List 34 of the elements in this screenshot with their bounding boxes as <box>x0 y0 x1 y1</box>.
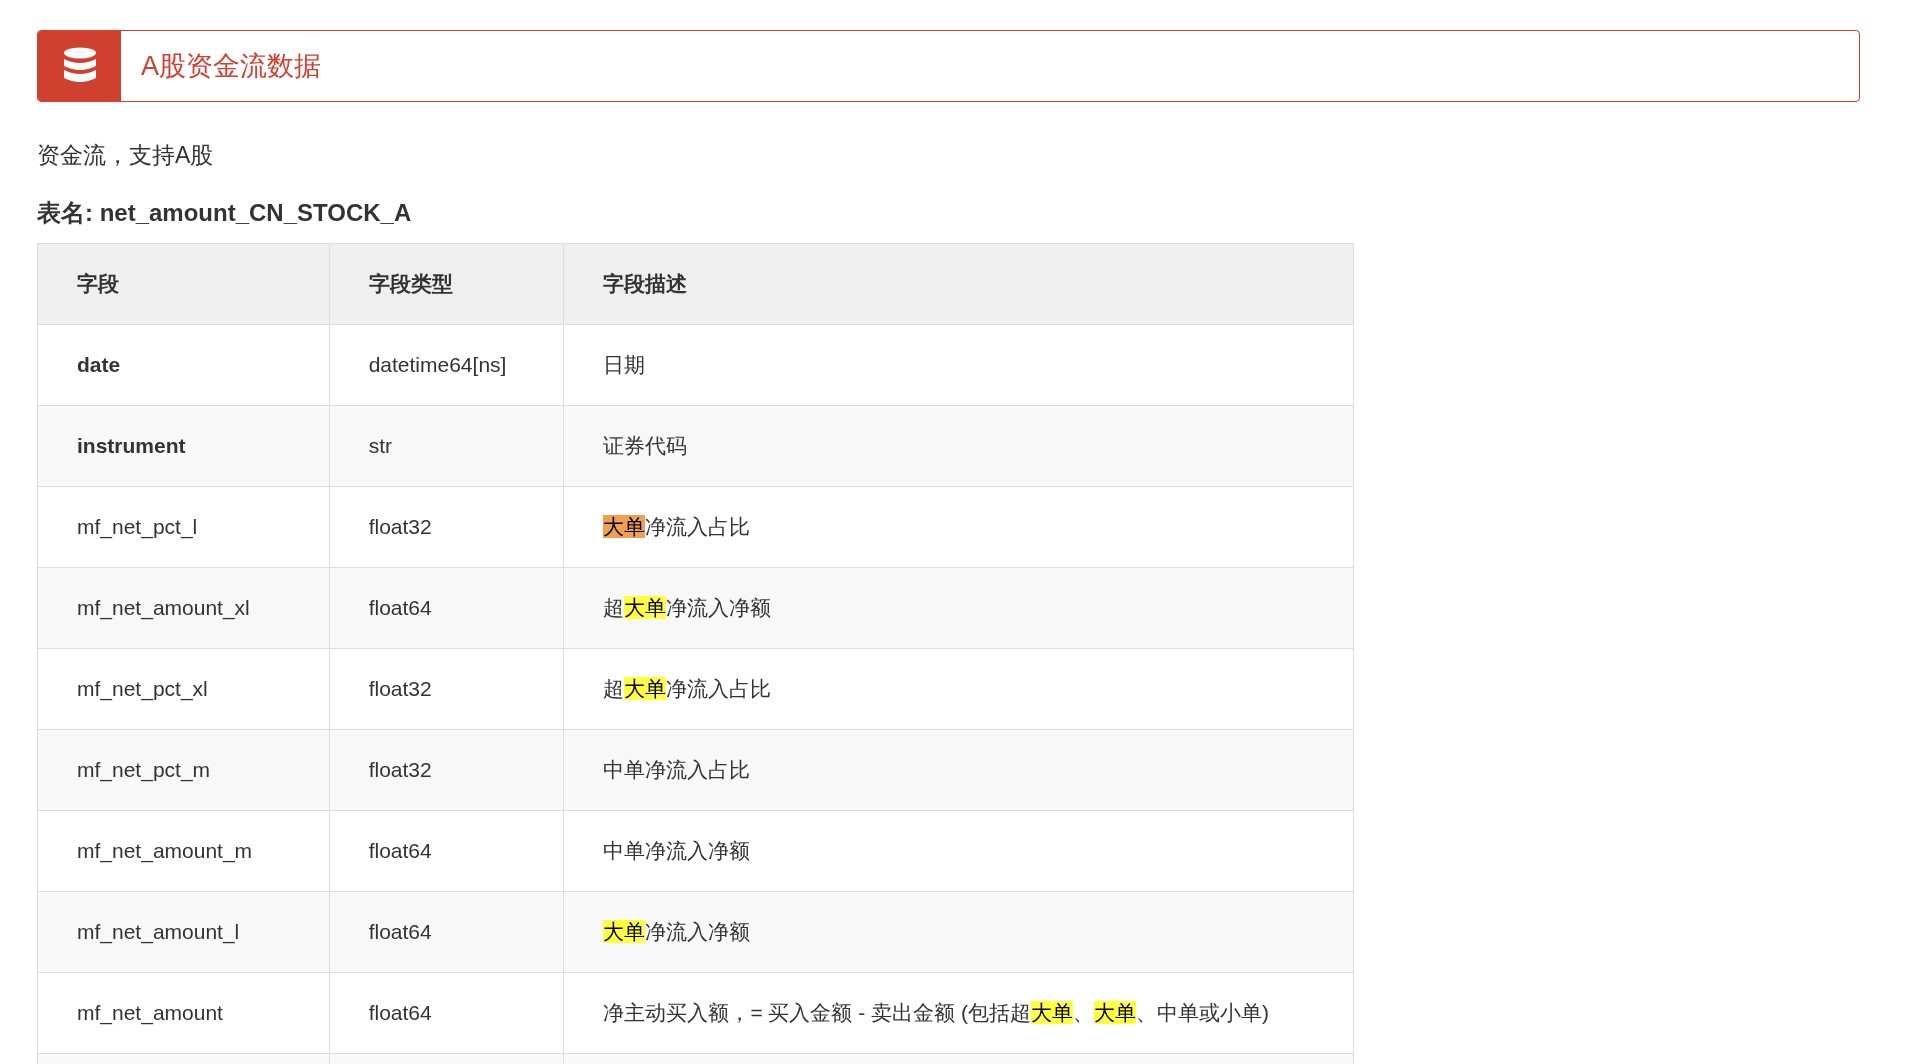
table-cell: str <box>329 405 564 487</box>
table-cell: mf_net_amount_xl <box>37 567 330 649</box>
table-cell: mf_net_pct_m <box>37 729 330 811</box>
table-cell: mf_net_amount <box>37 972 330 1054</box>
table-cell: float64 <box>329 972 564 1054</box>
description-text: 资金流，支持A股 <box>37 141 215 170</box>
table-cell: 日期 <box>563 324 1354 406</box>
table-cell: 净主动买入额，= 买入金额 - 卖出金额 (包括超大单、大单、中单或小单) <box>563 972 1354 1054</box>
column-header: 字段描述 <box>563 243 1354 325</box>
table-cell: mf_net_amount_l <box>37 891 330 973</box>
table-cell: instrument <box>37 405 330 487</box>
table-cell: mf_net_amount_m <box>37 810 330 892</box>
table-cell: mf_net_pct_l <box>37 486 330 568</box>
table-cell: 超大单净流入占比 <box>563 648 1354 730</box>
database-icon <box>62 47 97 85</box>
table-cell: datetime64[ns] <box>329 324 564 406</box>
table-cell: 证券代码 <box>563 405 1354 487</box>
section-title: A股资金流数据 <box>141 50 321 83</box>
column-header: 字段 <box>37 243 330 325</box>
table-cell: float32 <box>329 729 564 811</box>
table-cell: mf_net_pct_xl <box>37 648 330 730</box>
table-cell: float64 <box>329 810 564 892</box>
table-cell: float64 <box>329 891 564 973</box>
table-cell: float32 <box>329 486 564 568</box>
column-header: 字段类型 <box>329 243 564 325</box>
table-cell: 大单净流入净额 <box>563 891 1354 973</box>
table-cell: 超大单净流入净额 <box>563 567 1354 649</box>
table-name: 表名: net_amount_CN_STOCK_A <box>37 198 413 228</box>
table-cell: 中单净流入占比 <box>563 729 1354 811</box>
table-cell: float32 <box>329 648 564 730</box>
table-cell: date <box>37 324 330 406</box>
table-cell: 中单净流入净额 <box>563 810 1354 892</box>
table-cell: 大单净流入占比 <box>563 486 1354 568</box>
table-cell: float64 <box>329 567 564 649</box>
